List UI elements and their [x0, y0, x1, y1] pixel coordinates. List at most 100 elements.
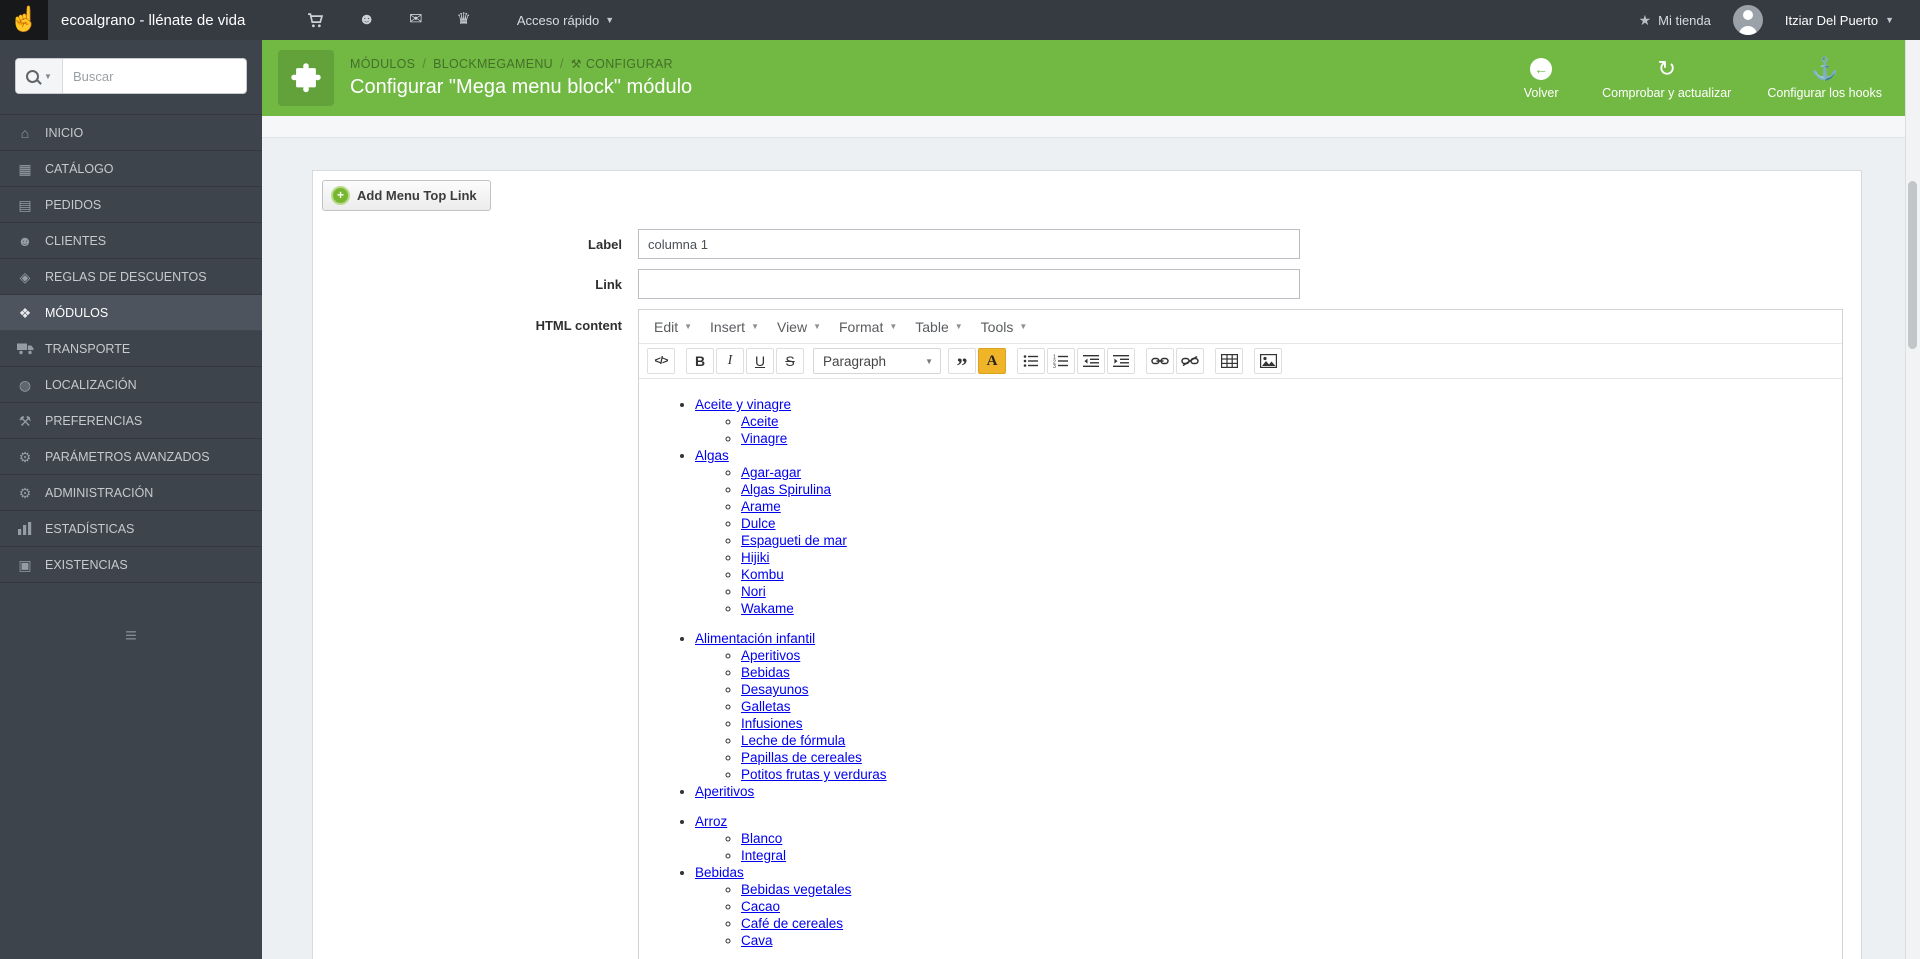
link-field-row: Link	[322, 269, 1843, 299]
editor-link[interactable]: Infusiones	[741, 716, 803, 731]
editor-link[interactable]: Papillas de cereales	[741, 750, 862, 765]
source-code-button[interactable]: </>	[647, 348, 675, 374]
blockquote-button[interactable]: ”	[948, 348, 976, 378]
insert-link-button[interactable]	[1146, 348, 1174, 374]
editor-link[interactable]: Vinagre	[741, 431, 787, 446]
editor-link[interactable]: Galletas	[741, 699, 791, 714]
header-action-configurar-los-hooks[interactable]: ⚓ Configurar los hooks	[1767, 57, 1882, 100]
editor-menu-tools[interactable]: Tools ▼	[972, 314, 1037, 340]
numbered-list-button[interactable]: 123	[1047, 348, 1075, 374]
sidebar-item-administracion[interactable]: ⚙ ADMINISTRACIÓN	[0, 475, 262, 511]
cart-icon[interactable]	[307, 12, 324, 29]
editor-link[interactable]: Aceite	[741, 414, 779, 429]
editor-link[interactable]: Bebidas	[741, 665, 790, 680]
search-input[interactable]	[63, 59, 246, 93]
my-shop-link[interactable]: ★ Mi tienda	[1639, 12, 1711, 29]
sidebar-item-pedidos[interactable]: ▤ PEDIDOS	[0, 187, 262, 223]
sidebar-item-clientes[interactable]: ☻ CLIENTES	[0, 223, 262, 259]
outdent-button[interactable]	[1077, 348, 1105, 374]
link-input[interactable]	[638, 269, 1300, 299]
sidebar-item-modulos[interactable]: ❖ MÓDULOS	[0, 295, 262, 331]
editor-toolbar: </> B I U S Paragraph ▼ ” A 1 2 3	[639, 343, 1842, 379]
editor-link[interactable]: Café de cereales	[741, 916, 843, 931]
sidebar-item-estadisticas[interactable]: ESTADÍSTICAS	[0, 511, 262, 547]
header-action-volver[interactable]: ← Volver	[1516, 57, 1566, 100]
editor-link[interactable]: Cacao	[741, 899, 780, 914]
editor-menu-table[interactable]: Table ▼	[906, 314, 971, 340]
chevron-down-icon: ▼	[605, 15, 615, 25]
editor-link[interactable]: Arroz	[695, 814, 727, 829]
shop-name-link[interactable]: ecoalgrano - llénate de vida	[61, 12, 245, 29]
indent-button[interactable]	[1107, 348, 1135, 374]
text-color-button[interactable]: A	[978, 348, 1006, 374]
editor-link[interactable]: Leche de fórmula	[741, 733, 845, 748]
editor-link[interactable]: Dulce	[741, 516, 776, 531]
svg-text:3: 3	[1053, 364, 1056, 368]
award-icon[interactable]: ♛	[457, 12, 471, 28]
sidebar-item-parametros-avanzados[interactable]: ⚙ PARÁMETROS AVANZADOS	[0, 439, 262, 475]
catalog-icon: ▦	[18, 160, 32, 177]
user-avatar[interactable]	[1732, 5, 1763, 35]
editor-link[interactable]: Aperitivos	[695, 784, 754, 799]
editor-link[interactable]: Alimentación infantil	[695, 631, 815, 646]
bold-button[interactable]: B	[686, 348, 714, 374]
sidebar-item-existencias[interactable]: ▣ EXISTENCIAS	[0, 547, 262, 583]
shop-logo[interactable]: ☝	[0, 0, 48, 40]
sidebar-item-catalogo[interactable]: ▦ CATÁLOGO	[0, 151, 262, 187]
underline-button[interactable]: U	[746, 348, 774, 374]
editor-menu-insert[interactable]: Insert ▼	[701, 314, 768, 340]
remove-link-button[interactable]	[1176, 348, 1204, 374]
scrollbar-thumb[interactable]	[1908, 181, 1917, 349]
insert-table-button[interactable]	[1215, 348, 1243, 374]
editor-link[interactable]: Kombu	[741, 567, 784, 582]
editor-link[interactable]: Algas	[695, 448, 729, 463]
editor-link[interactable]: Wakame	[741, 601, 794, 616]
editor-link[interactable]: Bebidas	[695, 865, 744, 880]
sidebar-item-localizacion[interactable]: ◍ LOCALIZACIÓN	[0, 367, 262, 403]
breadcrumb-item[interactable]: ⚒ CONFIGURAR	[571, 57, 673, 71]
add-menu-top-link-button[interactable]: + Add Menu Top Link	[322, 180, 491, 211]
page-scrollbar[interactable]	[1905, 40, 1920, 959]
header-action-label: Configurar los hooks	[1767, 85, 1882, 100]
editor-menu-view[interactable]: View ▼	[768, 314, 830, 340]
italic-button[interactable]: I	[716, 348, 744, 374]
editor-link[interactable]: Potitos frutas y verduras	[741, 767, 887, 782]
strikethrough-button[interactable]: S	[776, 348, 804, 374]
editor-content[interactable]: Aceite y vinagre Aceite Vinagre Algas Agar-a…	[639, 379, 1842, 959]
quick-access-menu[interactable]: Acceso rápido ▼	[517, 13, 614, 28]
bullet-list-button[interactable]	[1017, 348, 1045, 374]
editor-link[interactable]: Espagueti de mar	[741, 533, 847, 548]
sidebar-item-inicio[interactable]: ⌂ INICIO	[0, 114, 262, 151]
editor-menu-edit[interactable]: Edit ▼	[645, 314, 701, 340]
editor-link[interactable]: Desayunos	[741, 682, 809, 697]
link-icon	[1151, 357, 1169, 365]
editor-menu-format[interactable]: Format ▼	[830, 314, 906, 340]
header-action-comprobar-y-actualizar[interactable]: ↻ Comprobar y actualizar	[1602, 57, 1731, 100]
insert-image-button[interactable]	[1254, 348, 1282, 374]
paragraph-format-select[interactable]: Paragraph ▼	[813, 348, 941, 374]
messages-icon[interactable]: ✉	[409, 12, 422, 28]
breadcrumb-item[interactable]: BLOCKMEGAMENU	[433, 57, 553, 71]
editor-link[interactable]: Algas Spirulina	[741, 482, 831, 497]
editor-link[interactable]: Hijiki	[741, 550, 770, 565]
sidebar-collapse-icon[interactable]: ≡	[0, 625, 262, 648]
editor-link[interactable]: Aceite y vinagre	[695, 397, 791, 412]
label-input[interactable]	[638, 229, 1300, 259]
search-scope-dropdown[interactable]: ▼	[16, 59, 63, 93]
editor-link[interactable]: Nori	[741, 584, 766, 599]
user-menu[interactable]: Itziar Del Puerto ▼	[1785, 13, 1894, 28]
sidebar-item-transporte[interactable]: TRANSPORTE	[0, 331, 262, 367]
editor-link[interactable]: Integral	[741, 848, 786, 863]
customers-icon[interactable]: ☻	[358, 12, 375, 28]
editor-link[interactable]: Cava	[741, 933, 773, 948]
editor-link[interactable]: Arame	[741, 499, 781, 514]
editor-link[interactable]: Agar-agar	[741, 465, 801, 480]
editor-link[interactable]: Blanco	[741, 831, 782, 846]
editor-link[interactable]: Aperitivos	[741, 648, 800, 663]
image-icon	[1259, 354, 1277, 368]
breadcrumb-item[interactable]: MÓDULOS	[350, 57, 415, 71]
editor-link[interactable]: Bebidas vegetales	[741, 882, 851, 897]
page-title: Configurar "Mega menu block" módulo	[350, 76, 693, 98]
sidebar-item-preferencias[interactable]: ⚒ PREFERENCIAS	[0, 403, 262, 439]
sidebar-item-reglas-de-descuentos[interactable]: ◈ REGLAS DE DESCUENTOS	[0, 259, 262, 295]
